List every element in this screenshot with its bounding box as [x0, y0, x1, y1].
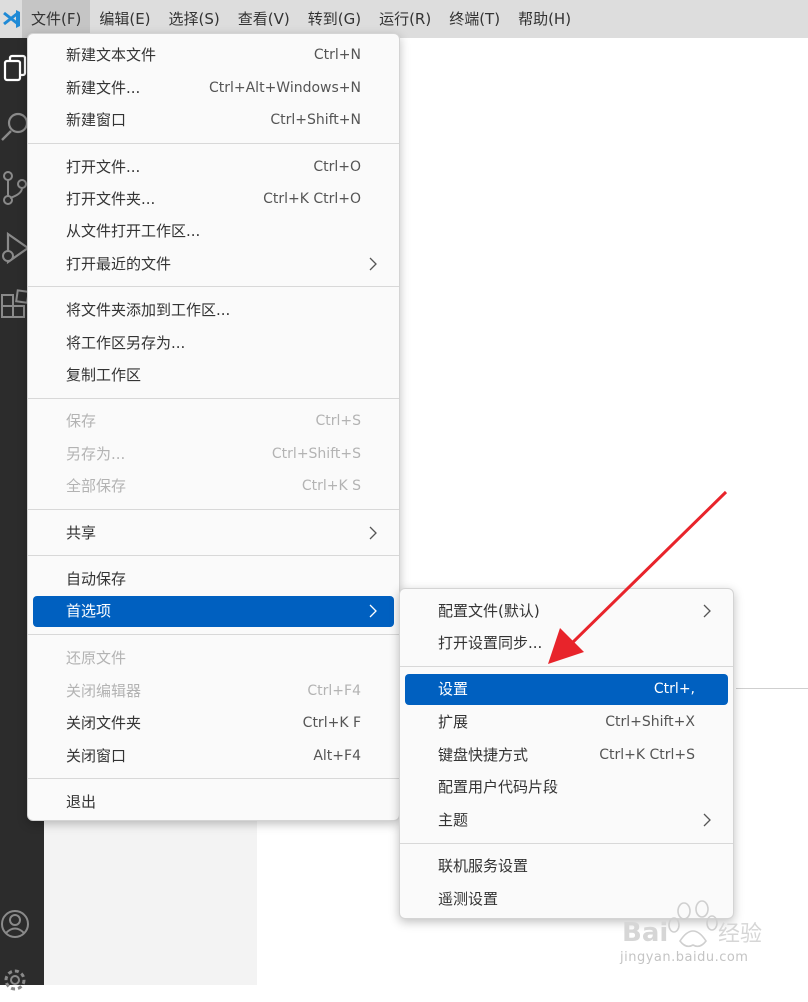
file-menu-close-folder[interactable]: 关闭文件夹 Ctrl+K F [33, 708, 394, 738]
menu-separator [28, 143, 399, 144]
menu-item-label: 共享 [66, 524, 97, 542]
pref-menu-online-services[interactable]: 联机服务设置 [405, 851, 728, 881]
file-menu-share[interactable]: 共享 [33, 518, 394, 548]
menu-item-shortcut: Ctrl+, [653, 681, 695, 697]
menu-item-shortcut: Ctrl+Shift+N [270, 112, 361, 128]
chevron-right-icon [369, 604, 377, 618]
menu-item-label: 扩展 [438, 713, 469, 731]
pref-menu-user-snippets[interactable]: 配置用户代码片段 [405, 772, 728, 802]
file-menu-open-workspace-from-file[interactable]: 从文件打开工作区... [33, 216, 394, 246]
menu-item-label: 关闭窗口 [66, 747, 127, 765]
chevron-right-icon [703, 604, 711, 618]
menu-item-label: 从文件打开工作区... [66, 222, 201, 240]
menu-separator [28, 778, 399, 779]
pref-menu-extensions[interactable]: 扩展 Ctrl+Shift+X [405, 707, 728, 737]
svg-text:Bai: Bai [622, 918, 668, 948]
account-icon[interactable] [0, 904, 44, 944]
file-menu-save-as: 另存为... Ctrl+Shift+S [33, 439, 394, 469]
menu-item-shortcut: Ctrl+N [313, 47, 361, 63]
file-menu-add-folder-to-workspace[interactable]: 将文件夹添加到工作区... [33, 295, 394, 325]
watermark-url: jingyan.baidu.com [620, 950, 749, 965]
menu-item-label: 保存 [66, 412, 97, 430]
menu-item-shortcut: Ctrl+K F [302, 715, 361, 731]
file-menu-open-folder[interactable]: 打开文件夹... Ctrl+K Ctrl+O [33, 184, 394, 214]
menu-item-label: 新建文本文件 [66, 46, 157, 64]
menu-separator [400, 666, 733, 667]
chevron-right-icon [703, 813, 711, 827]
menu-item-shortcut: Ctrl+K Ctrl+S [599, 747, 695, 763]
file-menu-save-all: 全部保存 Ctrl+K S [33, 471, 394, 501]
pref-menu-settings[interactable]: 设置 Ctrl+, [405, 674, 728, 705]
menu-item-label: 配置用户代码片段 [438, 778, 559, 796]
file-menu-new-window[interactable]: 新建窗口 Ctrl+Shift+N [33, 105, 394, 135]
file-menu-preferences[interactable]: 首选项 [33, 596, 394, 627]
file-menu-exit[interactable]: 退出 [33, 787, 394, 817]
menu-item-shortcut: Ctrl+S [315, 413, 361, 429]
menu-item-label: 首选项 [66, 602, 112, 620]
menu-item-label: 设置 [438, 680, 469, 698]
menu-item-label: 自动保存 [66, 570, 127, 588]
menu-item-shortcut: Alt+F4 [313, 748, 361, 764]
menu-item-label: 键盘快捷方式 [438, 746, 529, 764]
chevron-right-icon [369, 526, 377, 540]
menu-item-label: 关闭编辑器 [66, 682, 142, 700]
menu-item-label: 退出 [66, 793, 97, 811]
menu-item-shortcut: Ctrl+K S [301, 478, 361, 494]
menu-separator [28, 634, 399, 635]
file-menu-new-file[interactable]: 新建文件... Ctrl+Alt+Windows+N [33, 73, 394, 103]
menu-item-label: 联机服务设置 [438, 857, 529, 875]
preferences-submenu: 配置文件(默认) 打开设置同步... 设置 Ctrl+, 扩展 Ctrl+Shi… [399, 588, 734, 919]
menu-item-label: 另存为... [66, 445, 126, 463]
menu-item-shortcut: Ctrl+F4 [307, 683, 361, 699]
menu-item-label: 新建窗口 [66, 111, 127, 129]
menu-item-label: 打开最近的文件 [66, 255, 172, 273]
manage-gear-icon[interactable] [0, 958, 44, 998]
menu-item-label: 新建文件... [66, 79, 141, 97]
menu-item-label: 全部保存 [66, 477, 127, 495]
menu-separator [28, 286, 399, 287]
file-menu-open-file[interactable]: 打开文件... Ctrl+O [33, 152, 394, 182]
menu-item-label: 打开设置同步... [438, 634, 543, 652]
menu-item-label: 将工作区另存为... [66, 334, 186, 352]
file-menu-close-window[interactable]: 关闭窗口 Alt+F4 [33, 741, 394, 771]
menu-item-shortcut: Ctrl+Shift+S [271, 446, 361, 462]
menu-item-label: 关闭文件夹 [66, 714, 142, 732]
pref-menu-profile[interactable]: 配置文件(默认) [405, 596, 728, 626]
file-menu-save-workspace-as[interactable]: 将工作区另存为... [33, 328, 394, 358]
menu-separator [28, 398, 399, 399]
menu-item-label: 打开文件夹... [66, 190, 156, 208]
menu-item-label: 还原文件 [66, 649, 127, 667]
file-menu-duplicate-workspace[interactable]: 复制工作区 [33, 360, 394, 390]
menu-help[interactable]: 帮助(H) [509, 0, 580, 38]
pref-menu-settings-sync[interactable]: 打开设置同步... [405, 628, 728, 658]
chevron-right-icon [369, 257, 377, 271]
file-menu: 新建文本文件 Ctrl+N 新建文件... Ctrl+Alt+Windows+N… [27, 33, 400, 821]
editor-divider [736, 688, 808, 689]
menu-item-shortcut: Ctrl+O [313, 159, 361, 175]
file-menu-open-recent[interactable]: 打开最近的文件 [33, 249, 394, 279]
menu-item-label: 主题 [438, 811, 469, 829]
file-menu-revert-file: 还原文件 [33, 643, 394, 673]
menu-item-label: 打开文件... [66, 158, 141, 176]
menu-item-label: 配置文件(默认) [438, 602, 540, 620]
menu-separator [400, 843, 733, 844]
vscode-logo-icon [0, 0, 22, 38]
menu-item-label: 遥测设置 [438, 890, 499, 908]
menu-item-shortcut: Ctrl+K Ctrl+O [263, 191, 361, 207]
pref-menu-theme[interactable]: 主题 [405, 805, 728, 835]
file-menu-close-editor: 关闭编辑器 Ctrl+F4 [33, 676, 394, 706]
svg-text:经验: 经验 [718, 922, 762, 947]
menu-item-shortcut: Ctrl+Alt+Windows+N [208, 80, 361, 96]
file-menu-save: 保存 Ctrl+S [33, 406, 394, 436]
menu-separator [28, 555, 399, 556]
menu-separator [28, 509, 399, 510]
file-menu-new-text-file[interactable]: 新建文本文件 Ctrl+N [33, 40, 394, 70]
menu-terminal[interactable]: 终端(T) [440, 0, 509, 38]
menu-item-label: 将文件夹添加到工作区... [66, 301, 231, 319]
pref-menu-keyboard-shortcuts[interactable]: 键盘快捷方式 Ctrl+K Ctrl+S [405, 740, 728, 770]
file-menu-auto-save[interactable]: 自动保存 [33, 564, 394, 594]
menu-item-label: 复制工作区 [66, 366, 142, 384]
menu-item-shortcut: Ctrl+Shift+X [605, 714, 695, 730]
